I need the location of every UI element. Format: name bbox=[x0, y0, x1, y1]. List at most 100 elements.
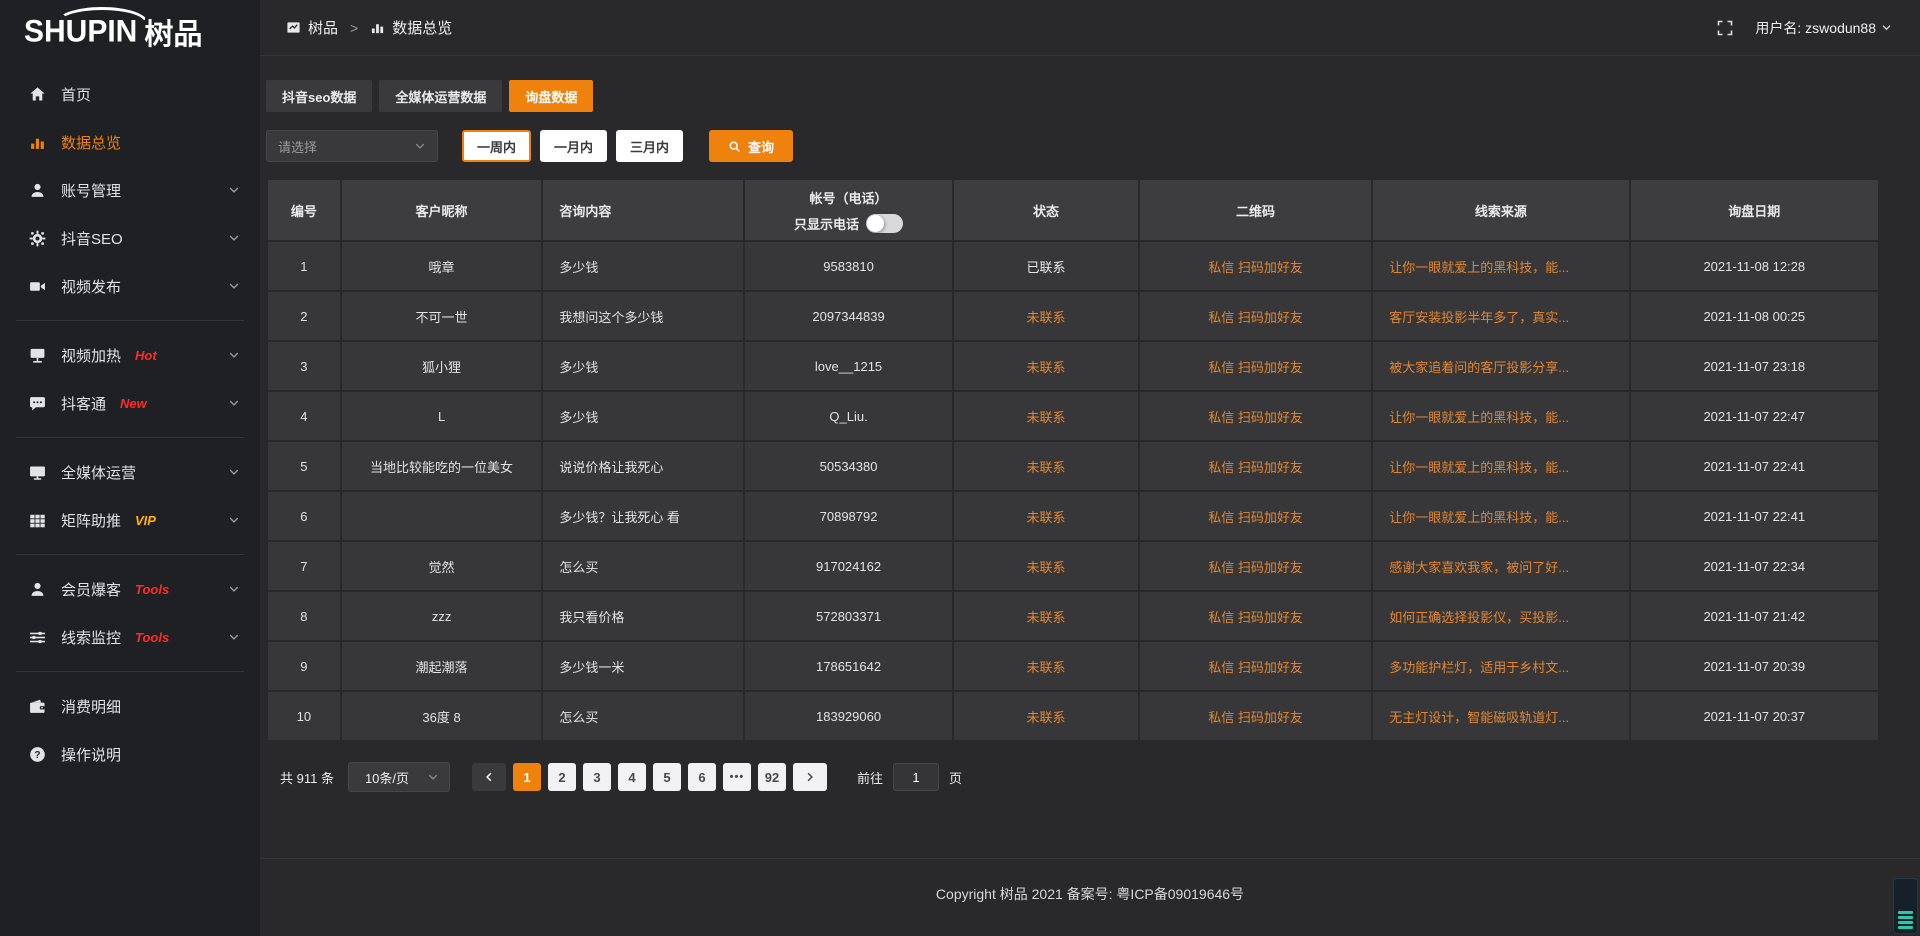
scan-add-friend-link[interactable]: 扫码加好友 bbox=[1238, 710, 1303, 725]
phone-only-label: 只显示电话 bbox=[794, 214, 859, 233]
breadcrumb-separator: > bbox=[350, 20, 358, 36]
cell-inquiry-date: 2021-11-08 12:28 bbox=[1631, 242, 1878, 290]
private-message-link[interactable]: 私信 bbox=[1208, 510, 1234, 525]
page-size-select[interactable]: 10条/页 bbox=[348, 762, 450, 792]
overview-chart-icon bbox=[370, 20, 385, 35]
lead-source-link[interactable]: 客厅安装投影半年多了，真实... bbox=[1389, 310, 1569, 325]
data-tab[interactable]: 询盘数据 bbox=[509, 80, 593, 112]
chevron-down-icon bbox=[228, 397, 240, 409]
sidebar-item[interactable]: 首页 bbox=[0, 70, 260, 118]
monitor-icon bbox=[28, 463, 46, 481]
scan-add-friend-link[interactable]: 扫码加好友 bbox=[1238, 460, 1303, 475]
scan-add-friend-link[interactable]: 扫码加好友 bbox=[1238, 360, 1303, 375]
breadcrumb-page[interactable]: 数据总览 bbox=[392, 17, 452, 38]
cell-index: 2 bbox=[268, 292, 340, 340]
user-menu[interactable]: 用户名: zswodun88 bbox=[1755, 18, 1892, 38]
scan-add-friend-link[interactable]: 扫码加好友 bbox=[1238, 310, 1303, 325]
date-range-button[interactable]: 一周内 bbox=[462, 130, 531, 162]
sidebar-item-label: 视频加热 bbox=[61, 345, 121, 366]
cell-index: 4 bbox=[268, 392, 340, 440]
sidebar-menu: 首页 数据总览 账号管理 抖音SEO bbox=[0, 64, 260, 778]
goto-page-input[interactable] bbox=[893, 763, 939, 791]
account-select[interactable]: 请选择 bbox=[266, 130, 438, 162]
sidebar-item[interactable]: 全媒体运营 bbox=[0, 448, 260, 496]
page-button[interactable]: 3 bbox=[583, 763, 611, 791]
sidebar-item-label: 账号管理 bbox=[61, 180, 121, 201]
data-tab[interactable]: 抖音seo数据 bbox=[266, 80, 372, 112]
sidebar-item[interactable]: 账号管理 bbox=[0, 166, 260, 214]
private-message-link[interactable]: 私信 bbox=[1208, 310, 1234, 325]
search-button[interactable]: 查询 bbox=[709, 130, 793, 162]
select-placeholder: 请选择 bbox=[278, 137, 317, 156]
scan-add-friend-link[interactable]: 扫码加好友 bbox=[1238, 260, 1303, 275]
sidebar-item[interactable]: 线索监控 Tools bbox=[0, 613, 260, 661]
sidebar-item[interactable]: 会员爆客 Tools bbox=[0, 565, 260, 613]
cell-nickname: 狐小狸 bbox=[342, 342, 542, 390]
cell-inquiry-content: 怎么买 bbox=[543, 542, 743, 590]
sidebar-item[interactable]: 抖音SEO bbox=[0, 214, 260, 262]
private-message-link[interactable]: 私信 bbox=[1208, 410, 1234, 425]
sidebar-item[interactable]: 矩阵助推 VIP bbox=[0, 496, 260, 544]
phone-only-toggle[interactable] bbox=[866, 214, 903, 233]
cell-inquiry-content: 我想问这个多少钱 bbox=[543, 292, 743, 340]
private-message-link[interactable]: 私信 bbox=[1208, 260, 1234, 275]
page-button[interactable]: ••• bbox=[723, 763, 751, 791]
private-message-link[interactable]: 私信 bbox=[1208, 560, 1234, 575]
cell-lead-source: 让你一眼就爱上的黑科技，能... bbox=[1373, 492, 1628, 540]
prev-page-button[interactable] bbox=[472, 763, 506, 791]
cell-qrcode: 私信 扫码加好友 bbox=[1140, 492, 1371, 540]
sidebar-item[interactable]: 数据总览 bbox=[0, 118, 260, 166]
lead-source-link[interactable]: 无主灯设计，智能磁吸轨道灯... bbox=[1389, 710, 1569, 725]
lead-source-link[interactable]: 感谢大家喜欢我家，被问了好... bbox=[1389, 560, 1569, 575]
chevron-down-icon bbox=[228, 466, 240, 478]
page-button[interactable]: 4 bbox=[618, 763, 646, 791]
date-range-button[interactable]: 一月内 bbox=[540, 130, 607, 162]
scan-add-friend-link[interactable]: 扫码加好友 bbox=[1238, 560, 1303, 575]
sidebar-item[interactable]: 抖客通 New bbox=[0, 379, 260, 427]
private-message-link[interactable]: 私信 bbox=[1208, 360, 1234, 375]
scan-add-friend-link[interactable]: 扫码加好友 bbox=[1238, 660, 1303, 675]
fullscreen-icon[interactable] bbox=[1717, 20, 1733, 36]
page-button[interactable]: 6 bbox=[688, 763, 716, 791]
lead-source-link[interactable]: 让你一眼就爱上的黑科技，能... bbox=[1389, 460, 1569, 475]
lead-source-link[interactable]: 让你一眼就爱上的黑科技，能... bbox=[1389, 410, 1569, 425]
sidebar-item[interactable]: 消费明细 bbox=[0, 682, 260, 730]
lead-source-link[interactable]: 让你一眼就爱上的黑科技，能... bbox=[1389, 260, 1569, 275]
cell-nickname: zzz bbox=[342, 592, 542, 640]
user-icon bbox=[28, 181, 46, 199]
data-tab[interactable]: 全媒体运营数据 bbox=[379, 80, 502, 112]
cell-inquiry-content: 说说价格让我死心 bbox=[543, 442, 743, 490]
sidebar-item[interactable]: 视频发布 bbox=[0, 262, 260, 310]
sidebar-item-badge: New bbox=[120, 396, 147, 411]
cell-index: 3 bbox=[268, 342, 340, 390]
sidebar-item[interactable]: ? 操作说明 bbox=[0, 730, 260, 778]
private-message-link[interactable]: 私信 bbox=[1208, 460, 1234, 475]
breadcrumb-app[interactable]: 树品 bbox=[308, 17, 338, 38]
lead-source-link[interactable]: 如何正确选择投影仪，买投影... bbox=[1389, 610, 1569, 625]
sidebar-item[interactable]: 视频加热 Hot bbox=[0, 331, 260, 379]
chevron-down-icon bbox=[228, 583, 240, 595]
private-message-link[interactable]: 私信 bbox=[1208, 610, 1234, 625]
page-button[interactable]: 92 bbox=[758, 763, 786, 791]
next-page-button[interactable] bbox=[793, 763, 827, 791]
table-row: 6 多少钱？让我死心 看 70898792 未联系 私信 扫码加好友 bbox=[268, 492, 1878, 540]
date-range-button[interactable]: 三月内 bbox=[616, 130, 683, 162]
page-button[interactable]: 2 bbox=[548, 763, 576, 791]
member-icon bbox=[28, 580, 46, 598]
lead-source-link[interactable]: 多功能护栏灯，适用于乡村文... bbox=[1389, 660, 1569, 675]
video-icon bbox=[28, 277, 46, 295]
page-button[interactable]: 5 bbox=[653, 763, 681, 791]
sidebar-item-label: 首页 bbox=[61, 84, 91, 105]
scan-add-friend-link[interactable]: 扫码加好友 bbox=[1238, 610, 1303, 625]
scan-add-friend-link[interactable]: 扫码加好友 bbox=[1238, 410, 1303, 425]
sidebar-divider bbox=[16, 320, 244, 321]
lead-source-link[interactable]: 被大家追着问的客厅投影分享... bbox=[1389, 360, 1569, 375]
page-button[interactable]: 1 bbox=[513, 763, 541, 791]
cell-nickname: 不可一世 bbox=[342, 292, 542, 340]
lead-source-link[interactable]: 让你一眼就爱上的黑科技，能... bbox=[1389, 510, 1569, 525]
private-message-link[interactable]: 私信 bbox=[1208, 710, 1234, 725]
private-message-link[interactable]: 私信 bbox=[1208, 660, 1234, 675]
scan-add-friend-link[interactable]: 扫码加好友 bbox=[1238, 510, 1303, 525]
cell-inquiry-content: 怎么买 bbox=[543, 692, 743, 740]
cell-nickname: 36度 8 bbox=[342, 692, 542, 740]
